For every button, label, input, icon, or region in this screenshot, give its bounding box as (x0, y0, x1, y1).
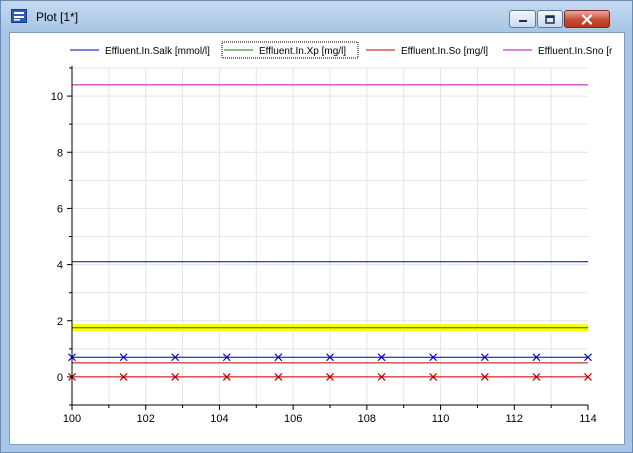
legend-label-0: Effluent.In.Salk [mmol/l] (105, 46, 210, 57)
title-bar[interactable]: Plot [1*] (1, 1, 632, 31)
x-tick-label: 112 (506, 413, 524, 425)
line-chart[interactable]: Effluent.In.Salk [mmol/l] Effluent.In.Xp … (10, 33, 624, 444)
x-tick-label: 100 (63, 413, 81, 425)
window-title: Plot [1*] (36, 10, 79, 24)
x-tick-label: 104 (210, 413, 228, 425)
x-tick-label: 114 (579, 413, 597, 425)
x-tick-label: 102 (137, 413, 155, 425)
x-tick-label: 110 (432, 413, 450, 425)
plot-window-icon (11, 9, 27, 23)
chart-legend: Effluent.In.Salk [mmol/l] Effluent.In.Xp … (70, 41, 613, 59)
close-icon (581, 13, 593, 25)
minimize-button[interactable] (509, 10, 536, 28)
legend-label-3: Effluent.In.Sno [r (538, 46, 613, 57)
axes: 0 2 4 6 8 10 100 102 104 106 108 110 112 114 (51, 66, 597, 425)
maximize-button[interactable] (537, 10, 563, 28)
close-button[interactable] (564, 10, 610, 28)
y-tick-label: 6 (57, 203, 63, 215)
maximize-icon (545, 14, 555, 24)
grid-lines (72, 67, 588, 405)
legend-label-1: Effluent.In.Xp [mg/l] (259, 46, 346, 57)
plot-area[interactable]: Effluent.In.Salk [mmol/l] Effluent.In.Xp … (9, 32, 625, 445)
y-tick-label: 2 (57, 316, 63, 328)
y-tick-label: 8 (57, 147, 63, 159)
y-tick-label: 4 (57, 260, 63, 272)
x-tick-label: 108 (358, 413, 376, 425)
y-tick-label: 10 (51, 91, 63, 103)
minimize-icon (518, 20, 527, 22)
plot-window: Plot [1*] Effluent.In.Salk [mmol/l] Efflu… (0, 0, 633, 453)
legend-label-2: Effluent.In.So [mg/l] (401, 46, 488, 57)
y-tick-label: 0 (57, 372, 63, 384)
x-tick-label: 106 (284, 413, 302, 425)
